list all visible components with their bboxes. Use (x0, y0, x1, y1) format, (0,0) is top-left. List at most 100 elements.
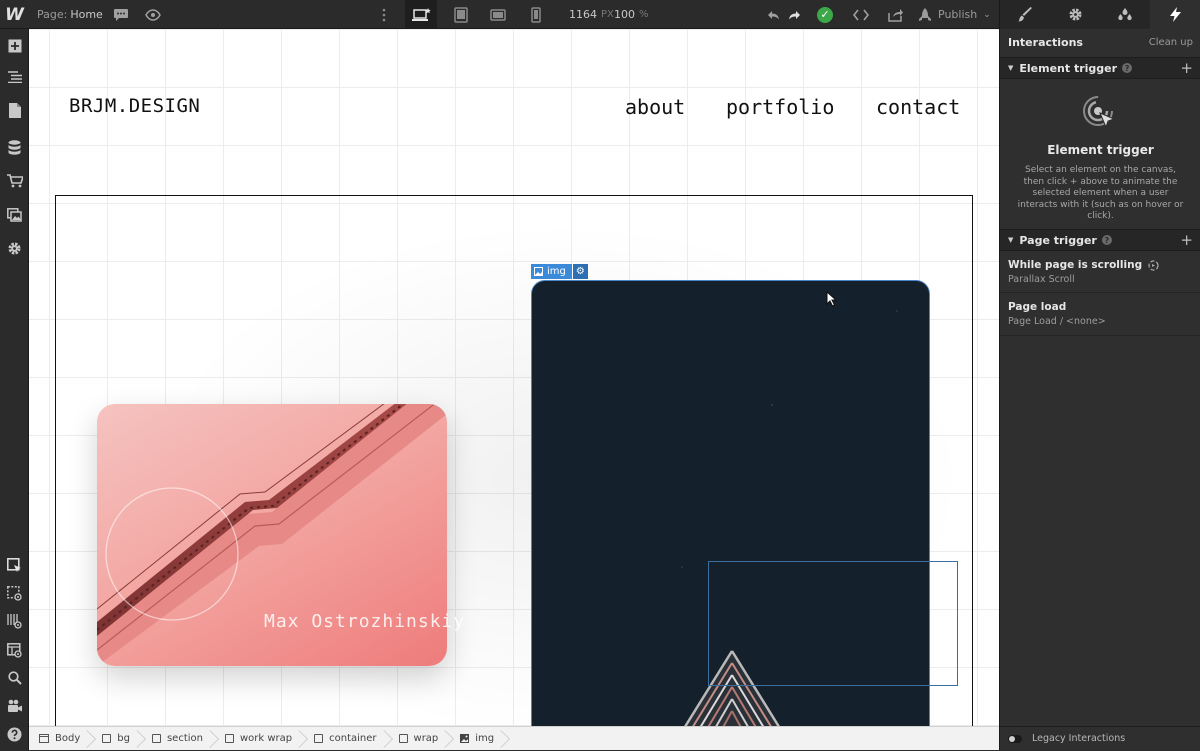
breadcrumb-bg[interactable]: bg (92, 727, 142, 751)
left-toolbar (0, 29, 29, 750)
div-block-icon (398, 734, 408, 743)
tab-style-manager-drops-icon[interactable] (1100, 0, 1150, 29)
zoom-value: 100 (614, 8, 635, 21)
add-elements-icon[interactable] (0, 32, 29, 60)
export-icon[interactable] (881, 0, 909, 29)
element-trigger-header-label: Element trigger (1019, 61, 1118, 75)
undo-icon[interactable] (766, 0, 782, 29)
breadcrumb-label: bg (117, 733, 130, 744)
page-trigger-page-load[interactable]: Page load Page Load / <none> (1000, 293, 1200, 336)
selected-element-label: img (547, 266, 566, 277)
page-trigger-section-header[interactable]: ▼ Page trigger ? + (1000, 229, 1200, 251)
breadcrumb-work-wrap[interactable]: work wrap (215, 727, 304, 751)
cms-database-icon[interactable] (0, 133, 29, 161)
desktop-breakpoint-icon[interactable] (405, 0, 437, 29)
publish-button[interactable]: Publish ⌄ (918, 0, 991, 29)
breadcrumb-label: img (475, 733, 495, 744)
toggle-switch[interactable] (1008, 734, 1022, 743)
help-question-icon[interactable]: ? (1122, 63, 1133, 73)
publish-status-check-icon[interactable]: ✓ (811, 0, 839, 29)
webflow-logo-icon[interactable]: W (0, 0, 29, 29)
panel-tabs (1000, 0, 1200, 29)
breadcrumb-label: work wrap (239, 733, 293, 744)
more-options-icon[interactable] (372, 0, 396, 29)
add-page-trigger-plus-icon[interactable]: + (1180, 231, 1193, 249)
settings-gear-icon[interactable] (0, 234, 29, 262)
preview-layout-icon[interactable] (0, 636, 29, 664)
selected-element-name: img (531, 264, 572, 279)
canvas-width-unit: PX (601, 9, 614, 20)
code-editor-icon[interactable] (847, 0, 875, 29)
navigator-icon[interactable] (0, 63, 29, 91)
page-selector[interactable]: Page: Home (37, 0, 103, 29)
photographer-caption: Max Ostrozhinskiy (264, 611, 466, 632)
page-trigger-subtitle: Page Load / <none> (1008, 316, 1106, 327)
preview-eye-icon[interactable] (139, 0, 167, 29)
breadcrumb-body[interactable]: Body (29, 727, 92, 751)
nav-link-portfolio[interactable]: portfolio (726, 95, 834, 119)
tab-style-brush-icon[interactable] (1000, 0, 1050, 29)
rocket-icon (919, 7, 931, 21)
breadcrumb-img[interactable]: img (450, 727, 506, 751)
clean-up-link[interactable]: Clean up (1149, 37, 1193, 48)
selected-element-tag[interactable]: img ⚙ (531, 264, 588, 279)
nav-link-contact[interactable]: contact (876, 95, 960, 119)
mobile-landscape-breakpoint-icon[interactable] (483, 0, 513, 29)
site-brand-logo[interactable]: BRJM.DESIGN (69, 95, 200, 117)
hover-highlight-box (708, 561, 958, 686)
breadcrumb-label: section (166, 733, 203, 744)
add-element-trigger-plus-icon[interactable]: + (1180, 59, 1193, 77)
tablet-breakpoint-icon[interactable] (446, 0, 476, 29)
x-ray-mode-icon[interactable] (0, 607, 29, 635)
tab-settings-gear-icon[interactable] (1050, 0, 1100, 29)
legacy-interactions-label: Legacy Interactions (1032, 733, 1126, 744)
video-tutorials-icon[interactable] (0, 692, 29, 720)
breadcrumb-section[interactable]: section (142, 727, 215, 751)
element-trigger-section-header[interactable]: ▼ Element trigger ? + (1000, 57, 1200, 79)
help-question-icon[interactable]: ? (1101, 235, 1112, 245)
div-block-icon (314, 734, 324, 743)
element-settings-gear-icon[interactable]: ⚙ (572, 264, 588, 279)
show-element-edges-icon[interactable] (0, 579, 29, 607)
page-trigger-scrolling[interactable]: While page is scrolling Parallax Scroll (1000, 251, 1200, 293)
image-icon (534, 267, 543, 276)
right-panel: Interactions Clean up ▼ Element trigger … (999, 0, 1200, 750)
page-trigger-title: Page load (1008, 301, 1067, 313)
page-trigger-header-label: Page trigger (1019, 233, 1097, 247)
zoom-unit: % (639, 9, 649, 20)
assets-images-icon[interactable] (0, 201, 29, 229)
image-icon (460, 734, 470, 743)
canvas-width-value: 1164 (569, 8, 597, 21)
collapse-triangle-icon: ▼ (1008, 64, 1014, 72)
nav-link-about[interactable]: about (625, 95, 685, 119)
breadcrumb-container[interactable]: container (304, 727, 388, 751)
div-block-icon (102, 734, 112, 743)
help-question-icon[interactable] (0, 720, 29, 748)
select-tool-icon[interactable] (0, 551, 29, 579)
tab-interactions-bolt-icon[interactable] (1150, 0, 1200, 29)
zoom-readout[interactable]: 100 % (614, 0, 649, 29)
ecommerce-cart-icon[interactable] (0, 167, 29, 195)
comments-icon[interactable] (107, 0, 135, 29)
page-trigger-subtitle: Parallax Scroll (1008, 274, 1075, 285)
element-breadcrumb: Body bg section work wrap container wrap… (29, 726, 999, 750)
interactions-title: Interactions (1008, 35, 1083, 49)
search-icon[interactable] (0, 664, 29, 692)
design-canvas[interactable]: BRJM.DESIGN about portfolio contact Max … (29, 29, 999, 726)
mouse-cursor-icon (826, 291, 838, 307)
element-trigger-title: Element trigger (1047, 143, 1154, 157)
page-selector-value: Home (70, 8, 103, 21)
breadcrumb-label: container (329, 733, 377, 744)
chevron-down-icon: ⌄ (983, 9, 991, 20)
element-trigger-description: Select an element on the canvas, then cl… (1017, 165, 1184, 221)
redo-icon[interactable] (785, 0, 803, 29)
page-trigger-title: While page is scrolling (1008, 259, 1143, 271)
canvas-width-readout[interactable]: 1164 PX (569, 0, 614, 29)
element-trigger-target-icon (1083, 96, 1116, 129)
mobile-portrait-breakpoint-icon[interactable] (521, 0, 551, 29)
div-block-icon (151, 734, 161, 743)
breadcrumb-wrap[interactable]: wrap (389, 727, 451, 751)
pages-icon[interactable] (0, 96, 29, 124)
legacy-interactions-toggle[interactable]: Legacy Interactions (1000, 726, 1200, 750)
top-bar: W Page: Home 1164 PX 100 % ✓ Publish ⌄ (0, 0, 1000, 29)
